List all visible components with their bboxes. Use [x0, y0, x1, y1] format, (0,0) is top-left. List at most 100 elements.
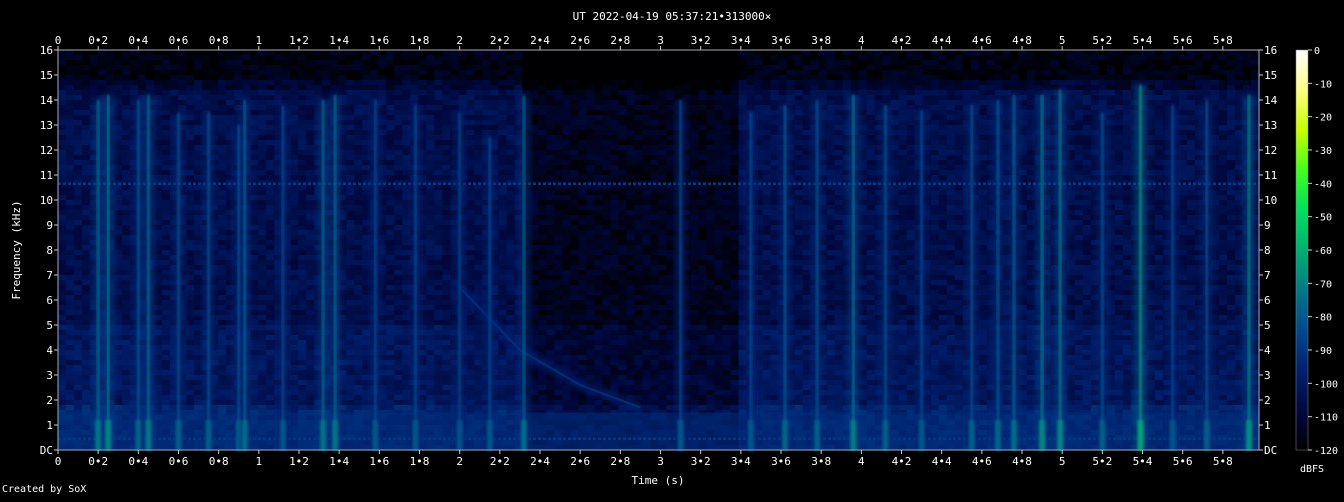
noise-cell [346, 230, 355, 236]
noise-cell [266, 140, 275, 146]
noise-cell [290, 135, 299, 141]
noise-cell [546, 175, 555, 181]
noise-cell [298, 330, 307, 336]
noise-cell [498, 55, 507, 61]
noise-cell [418, 50, 427, 56]
noise-cell [186, 130, 195, 136]
noise-cell [530, 320, 539, 326]
noise-cell [90, 80, 99, 86]
noise-cell [114, 365, 123, 371]
noise-cell [186, 255, 195, 261]
noise-cell [250, 175, 259, 181]
noise-cell [442, 220, 451, 226]
noise-cell [66, 230, 75, 236]
noise-cell [434, 140, 443, 146]
noise-cell [218, 315, 227, 321]
noise-cell [386, 230, 395, 236]
noise-cell [266, 270, 275, 276]
noise-cell [442, 145, 451, 151]
noise-cell [82, 350, 91, 356]
noise-cell [338, 90, 347, 96]
noise-cell [506, 320, 515, 326]
noise-cell [66, 125, 75, 131]
noise-cell [506, 385, 515, 391]
noise-cell [154, 50, 163, 56]
noise-cell [530, 395, 539, 401]
noise-cell [434, 245, 443, 251]
noise-cell [218, 120, 227, 126]
noise-cell [218, 175, 227, 181]
noise-cell [250, 310, 259, 316]
noise-cell [418, 75, 427, 81]
noise-cell [74, 205, 83, 211]
noise-cell [434, 60, 443, 66]
noise-cell [458, 80, 467, 86]
noise-cell [346, 365, 355, 371]
noise-cell [122, 60, 131, 66]
noise-cell [546, 165, 555, 171]
noise-cell [426, 390, 435, 396]
noise-cell [546, 250, 555, 256]
noise-cell [178, 50, 187, 56]
noise-cell [530, 375, 539, 381]
noise-cell [394, 190, 403, 196]
noise-cell [466, 170, 475, 176]
noise-cell [354, 100, 363, 106]
noise-cell [82, 80, 91, 86]
noise-cell [306, 115, 315, 121]
noise-cell [394, 260, 403, 266]
noise-cell [346, 340, 355, 346]
noise-cell [474, 165, 483, 171]
noise-cell [82, 115, 91, 121]
noise-cell [186, 310, 195, 316]
noise-cell [466, 345, 475, 351]
noise-cell [386, 190, 395, 196]
noise-cell [330, 90, 339, 96]
noise-cell [530, 195, 539, 201]
noise-cell [514, 65, 523, 71]
noise-cell [114, 310, 123, 316]
noise-cell [322, 80, 331, 86]
noise-cell [66, 70, 75, 76]
noise-cell [226, 115, 235, 121]
noise-cell [506, 60, 515, 66]
noise-cell [466, 250, 475, 256]
noise-cell [162, 100, 171, 106]
noise-cell [250, 260, 259, 266]
noise-cell [122, 270, 131, 276]
noise-cell [170, 70, 179, 76]
noise-cell [162, 160, 171, 166]
noise-cell [402, 350, 411, 356]
noise-cell [490, 70, 499, 76]
noise-cell [434, 265, 443, 271]
noise-cell [74, 155, 83, 161]
noise-cell [402, 50, 411, 56]
noise-cell [530, 205, 539, 211]
noise-cell [394, 60, 403, 66]
noise-cell [258, 55, 267, 61]
noise-cell [242, 60, 251, 66]
noise-cell [386, 265, 395, 271]
noise-cell [170, 65, 179, 71]
noise-cell [74, 85, 83, 91]
noise-cell [490, 75, 499, 81]
noise-cell [58, 360, 67, 366]
noise-cell [258, 285, 267, 291]
noise-cell [266, 395, 275, 401]
noise-cell [162, 355, 171, 361]
noise-cell [402, 195, 411, 201]
noise-cell [434, 340, 443, 346]
noise-cell [242, 80, 251, 86]
noise-cell [530, 110, 539, 116]
noise-cell [250, 105, 259, 111]
noise-cell [250, 380, 259, 386]
noise-cell [178, 105, 187, 111]
noise-cell [258, 255, 267, 261]
noise-cell [418, 95, 427, 101]
noise-cell [354, 70, 363, 76]
noise-cell [538, 210, 547, 216]
noise-cell [394, 165, 403, 171]
noise-cell [290, 280, 299, 286]
noise-cell [258, 320, 267, 326]
noise-cell [426, 385, 435, 391]
